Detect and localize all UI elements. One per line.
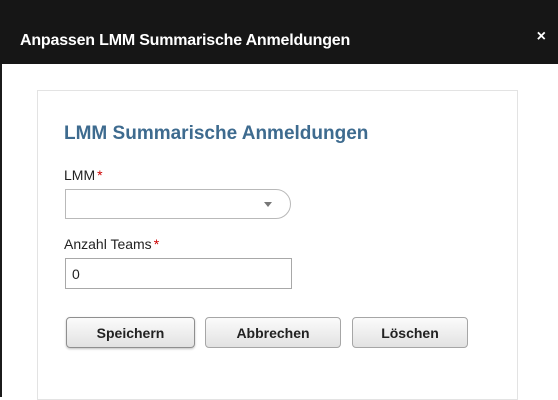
lmm-label: LMM * xyxy=(64,167,103,183)
teams-label: Anzahl Teams * xyxy=(64,236,159,252)
required-marker: * xyxy=(97,167,103,183)
save-button[interactable]: Speichern xyxy=(66,317,195,348)
form-panel: LMM Summarische Anmeldungen LMM * Anzahl … xyxy=(37,90,518,400)
delete-button[interactable]: Löschen xyxy=(352,317,468,348)
dialog-left-edge xyxy=(0,64,2,397)
close-icon[interactable]: × xyxy=(537,28,546,46)
lmm-label-text: LMM xyxy=(64,167,96,183)
chevron-down-icon[interactable] xyxy=(264,202,272,207)
dialog-title: Anpassen LMM Summarische Anmeldungen xyxy=(20,32,351,49)
edit-dialog: Anpassen LMM Summarische Anmeldungen × L… xyxy=(0,0,558,400)
dialog-titlebar: Anpassen LMM Summarische Anmeldungen × xyxy=(0,0,558,64)
teams-input[interactable] xyxy=(65,258,292,289)
required-marker: * xyxy=(153,236,160,252)
lmm-select[interactable] xyxy=(65,189,291,219)
cancel-button[interactable]: Abbrechen xyxy=(205,317,341,348)
form-heading: LMM Summarische Anmeldungen xyxy=(64,123,369,144)
teams-label-text: Anzahl Teams xyxy=(64,236,152,252)
